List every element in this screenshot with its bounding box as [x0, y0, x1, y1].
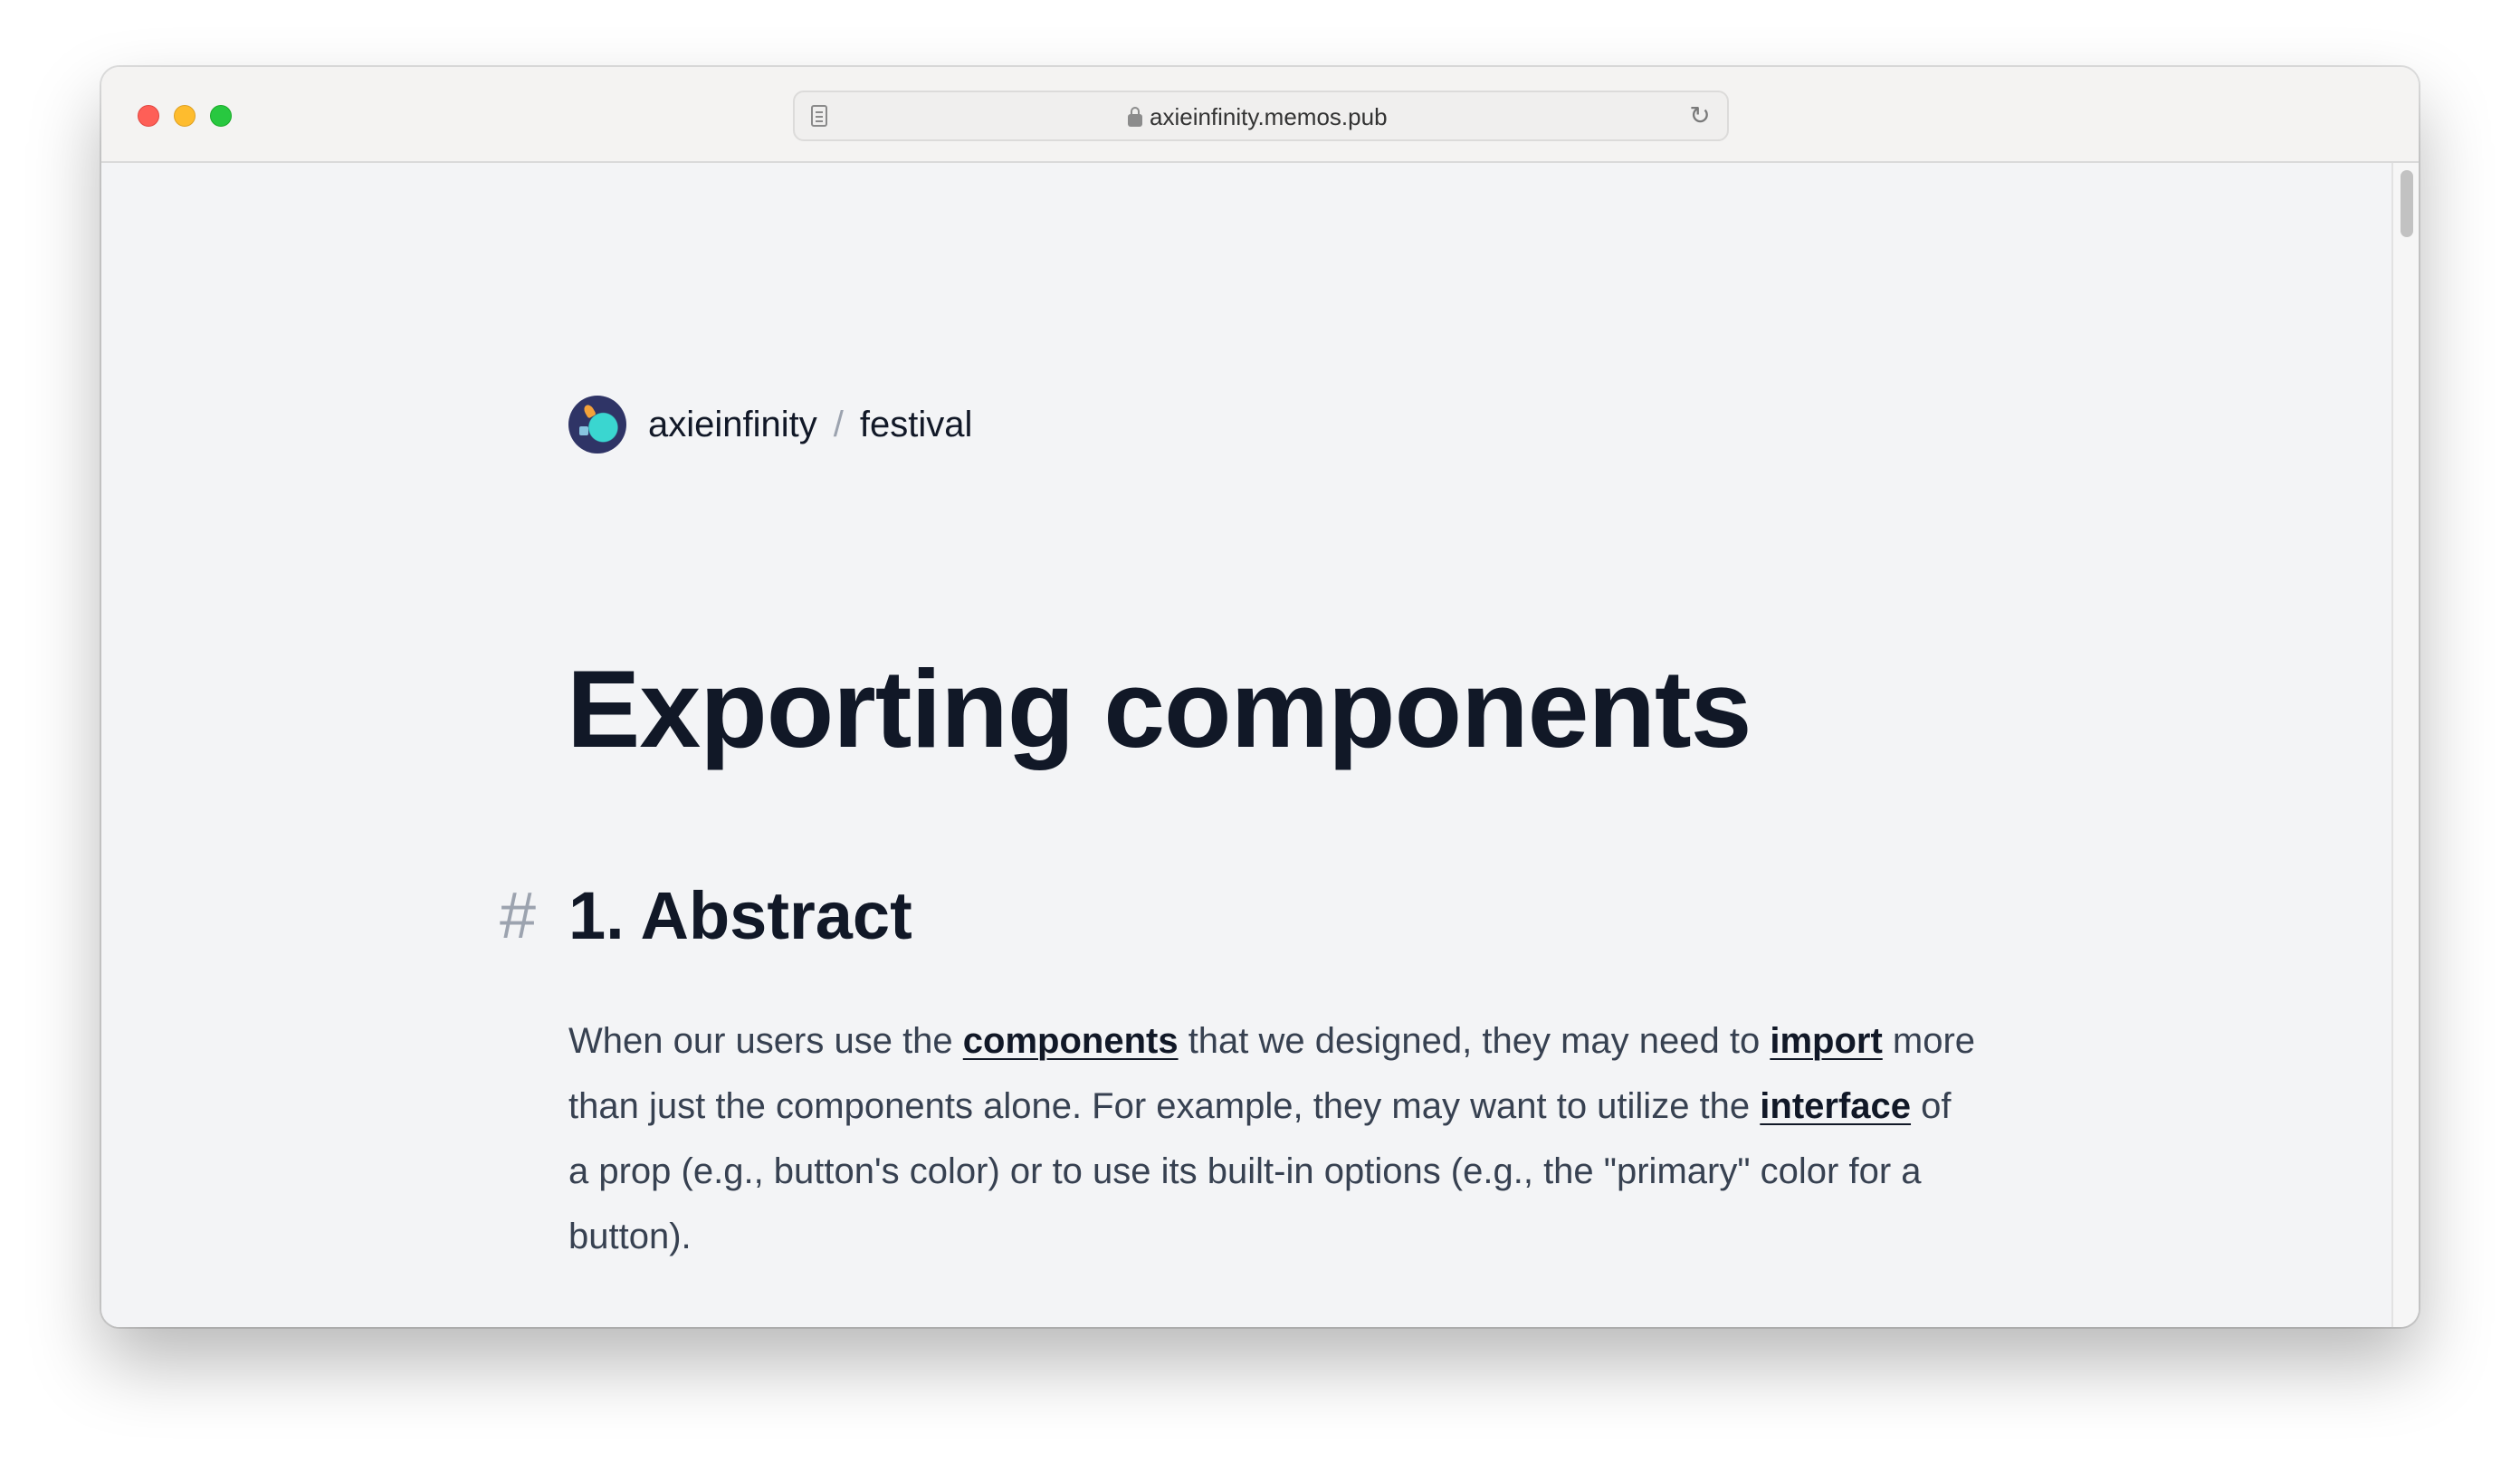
- reload-icon[interactable]: ↻: [1687, 103, 1713, 129]
- minimize-window-button[interactable]: [174, 105, 196, 127]
- import-link[interactable]: import: [1770, 1021, 1882, 1061]
- paragraph-text: that we designed, they may need to: [1178, 1021, 1771, 1061]
- breadcrumb-separator: /: [833, 404, 844, 444]
- interface-link[interactable]: interface: [1760, 1086, 1911, 1126]
- section-title: 1. Abstract: [568, 878, 912, 953]
- export-paragraph: What to export from a component, and how…: [568, 1313, 1981, 1327]
- breadcrumb-owner-link[interactable]: axieinfinity: [648, 405, 817, 445]
- avatar[interactable]: [568, 396, 626, 454]
- title-bar: axieinfinity.memos.pub ↻: [101, 67, 2419, 163]
- paragraph-text: When our users use the: [568, 1021, 963, 1061]
- address-bar[interactable]: axieinfinity.memos.pub ↻: [793, 91, 1729, 141]
- page-content: axieinfinity / festival Exporting compon…: [101, 163, 2419, 1327]
- browser-window: axieinfinity.memos.pub ↻ axieinfinity / …: [101, 67, 2419, 1327]
- lock-icon: [1128, 107, 1142, 127]
- maximize-window-button[interactable]: [210, 105, 232, 127]
- vertical-scrollbar[interactable]: [2391, 163, 2419, 1327]
- components-link[interactable]: components: [963, 1021, 1179, 1061]
- reader-mode-icon[interactable]: [811, 105, 827, 127]
- section-heading: # 1. Abstract: [500, 873, 912, 960]
- scrollbar-thumb[interactable]: [2401, 170, 2413, 237]
- url-text[interactable]: axieinfinity.memos.pub: [1150, 103, 1388, 130]
- abstract-paragraph: When our users use the components that w…: [568, 1008, 1981, 1269]
- heading-anchor-link[interactable]: #: [500, 873, 568, 960]
- page-title: Exporting components: [567, 647, 1752, 770]
- close-window-button[interactable]: [138, 105, 159, 127]
- breadcrumb: axieinfinity / festival: [568, 395, 972, 454]
- breadcrumb-repo-link[interactable]: festival: [860, 405, 973, 445]
